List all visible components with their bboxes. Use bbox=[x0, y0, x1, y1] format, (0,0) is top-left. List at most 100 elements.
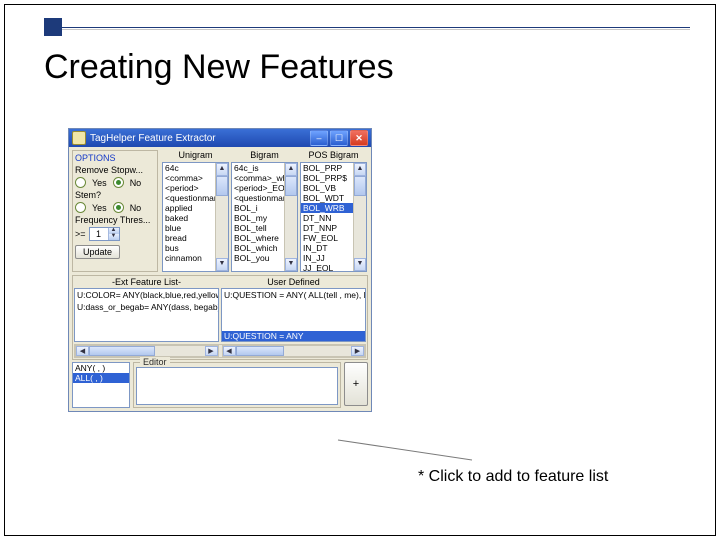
list-item[interactable]: <comma> bbox=[163, 173, 216, 183]
scroll-thumb[interactable] bbox=[285, 176, 297, 196]
slide-title: Creating New Features bbox=[44, 48, 394, 87]
ext-feature-line[interactable]: U:COLOR= ANY(black,blue,red,yellow,wh bbox=[75, 289, 218, 301]
template-listbox[interactable]: ANY( , ) ALL( , ) bbox=[72, 362, 130, 408]
scroll-right-icon[interactable]: ▶ bbox=[205, 346, 218, 356]
list-item[interactable]: DT_NN bbox=[301, 213, 354, 223]
list-item[interactable]: DT_NNP bbox=[301, 223, 354, 233]
list-item[interactable]: blue bbox=[163, 223, 216, 233]
stem-yes-radio[interactable] bbox=[75, 202, 86, 213]
list-item[interactable]: BOL_VB bbox=[301, 183, 354, 193]
list-item[interactable]: BOL_WDT bbox=[301, 193, 354, 203]
scroll-up-icon[interactable]: ▲ bbox=[354, 163, 366, 176]
freq-op-label: >= bbox=[75, 229, 86, 239]
app-window: TagHelper Feature Extractor – ☐ ✕ OPTION… bbox=[68, 128, 372, 412]
scroll-down-icon[interactable]: ▼ bbox=[354, 258, 366, 271]
scroll-up-icon[interactable]: ▲ bbox=[216, 163, 228, 176]
update-button[interactable]: Update bbox=[75, 245, 120, 259]
scroll-down-icon[interactable]: ▼ bbox=[216, 258, 228, 271]
list-item[interactable]: IN_DT bbox=[301, 243, 354, 253]
list-item[interactable]: <questionmark bbox=[232, 193, 285, 203]
stem-no-radio[interactable] bbox=[113, 202, 124, 213]
bigram-listbox[interactable]: 64c_is <comma>_whic <period>_EOL <questi… bbox=[231, 162, 298, 272]
list-item[interactable]: BOL_i bbox=[232, 203, 285, 213]
unigram-header: Unigram bbox=[178, 150, 212, 160]
scrollbar-horizontal[interactable]: ◀ ▶ bbox=[75, 345, 219, 357]
ext-feature-list-box[interactable]: U:COLOR= ANY(black,blue,red,yellow,wh U:… bbox=[74, 288, 219, 342]
scroll-up-icon[interactable]: ▲ bbox=[285, 163, 297, 176]
editor-title: Editor bbox=[140, 357, 170, 367]
maximize-button[interactable]: ☐ bbox=[330, 130, 348, 146]
scroll-right-icon[interactable]: ▶ bbox=[351, 346, 364, 356]
list-item[interactable]: BOL_my bbox=[232, 213, 285, 223]
scroll-down-icon[interactable]: ▼ bbox=[285, 258, 297, 271]
list-item[interactable]: cinnamon bbox=[163, 253, 216, 263]
slide-corner-square bbox=[44, 18, 62, 36]
unigram-listbox[interactable]: 64c <comma> <period> <questionmark> appl… bbox=[162, 162, 229, 272]
ext-feature-panel: -Ext Feature List- User Defined U:COLOR=… bbox=[72, 275, 368, 360]
list-item[interactable]: BOL_which bbox=[232, 243, 285, 253]
list-item[interactable]: 64c bbox=[163, 163, 216, 173]
user-defined-box[interactable]: U:QUESTION = ANY( ALL(tell , me), BOL U:… bbox=[221, 288, 366, 342]
scroll-thumb[interactable] bbox=[216, 176, 228, 196]
minimize-button[interactable]: – bbox=[310, 130, 328, 146]
add-to-feature-list-button[interactable]: + bbox=[344, 362, 368, 406]
ext-feature-line[interactable]: U:dass_or_begab= ANY(dass, begab) bbox=[75, 301, 218, 313]
editor-panel: Editor bbox=[133, 362, 341, 408]
user-defined-title: User Defined bbox=[220, 277, 367, 287]
options-group-label: OPTIONS bbox=[75, 153, 155, 163]
editor-textarea[interactable] bbox=[136, 367, 338, 405]
yes-label: Yes bbox=[92, 178, 107, 188]
bigram-header: Bigram bbox=[250, 150, 279, 160]
scrollbar-vertical[interactable]: ▲ ▼ bbox=[353, 163, 366, 271]
no-label: No bbox=[130, 178, 142, 188]
ext-feature-list-title: -Ext Feature List- bbox=[73, 277, 220, 287]
list-item[interactable]: 64c_is bbox=[232, 163, 285, 173]
list-item[interactable]: BOL_where bbox=[232, 233, 285, 243]
list-item[interactable]: IN_JJ bbox=[301, 253, 354, 263]
pos-bigram-column: POS Bigram BOL_PRP BOL_PRP$ BOL_VB BOL_W… bbox=[301, 150, 366, 272]
freq-input[interactable] bbox=[90, 229, 108, 239]
list-item[interactable]: BOL_tell bbox=[232, 223, 285, 233]
bigram-column: Bigram 64c_is <comma>_whic <period>_EOL … bbox=[232, 150, 297, 272]
slide-annotation: * Click to add to feature list bbox=[418, 468, 608, 486]
list-item[interactable]: JJ_EOL bbox=[301, 263, 354, 271]
scrollbar-vertical[interactable]: ▲ ▼ bbox=[284, 163, 297, 271]
app-icon bbox=[72, 131, 86, 145]
scroll-thumb[interactable] bbox=[236, 346, 284, 356]
user-defined-line[interactable]: U:QUESTION = ANY( ALL(tell , me), BOL bbox=[222, 289, 365, 301]
list-item[interactable]: <comma>_whic bbox=[232, 173, 285, 183]
list-item[interactable]: BOL_PRP$ bbox=[301, 173, 354, 183]
ext-scrollbars: ◀ ▶ ◀ ▶ bbox=[74, 344, 366, 358]
list-item[interactable]: <questionmark> bbox=[163, 193, 216, 203]
scroll-left-icon[interactable]: ◀ bbox=[76, 346, 89, 356]
list-item[interactable]: BOL_you bbox=[232, 253, 285, 263]
options-panel: OPTIONS Remove Stopw... Yes No Stem? Yes… bbox=[72, 150, 158, 272]
titlebar[interactable]: TagHelper Feature Extractor – ☐ ✕ bbox=[69, 129, 371, 147]
list-item[interactable]: ALL( , ) bbox=[73, 373, 129, 383]
pos-bigram-listbox[interactable]: BOL_PRP BOL_PRP$ BOL_VB BOL_WDT BOL_WRB … bbox=[300, 162, 367, 272]
spinner-down-icon[interactable]: ▼ bbox=[108, 234, 119, 240]
list-item[interactable]: baked bbox=[163, 213, 216, 223]
frequency-threshold-label: Frequency Thres... bbox=[75, 215, 155, 225]
close-button[interactable]: ✕ bbox=[350, 130, 368, 146]
remove-stopwords-no-radio[interactable] bbox=[113, 177, 124, 188]
list-item[interactable]: applied bbox=[163, 203, 216, 213]
scrollbar-vertical[interactable]: ▲ ▼ bbox=[215, 163, 228, 271]
stem-label: Stem? bbox=[75, 190, 155, 200]
scrollbar-horizontal[interactable]: ◀ ▶ bbox=[222, 345, 366, 357]
list-item[interactable]: FW_EOL bbox=[301, 233, 354, 243]
list-item[interactable]: <period> bbox=[163, 183, 216, 193]
scroll-left-icon[interactable]: ◀ bbox=[223, 346, 236, 356]
list-item[interactable]: ANY( , ) bbox=[73, 363, 129, 373]
list-item[interactable]: BOL_PRP bbox=[301, 163, 354, 173]
list-item[interactable]: BOL_WRB bbox=[301, 203, 354, 213]
freq-spinner[interactable]: ▲▼ bbox=[89, 227, 120, 241]
scroll-thumb[interactable] bbox=[354, 176, 366, 196]
list-item[interactable]: bus bbox=[163, 243, 216, 253]
list-item[interactable]: <period>_EOL bbox=[232, 183, 285, 193]
unigram-column: Unigram 64c <comma> <period> <questionma… bbox=[163, 150, 228, 272]
user-defined-selected[interactable]: U:QUESTION = ANY bbox=[222, 331, 365, 341]
remove-stopwords-yes-radio[interactable] bbox=[75, 177, 86, 188]
list-item[interactable]: bread bbox=[163, 233, 216, 243]
scroll-thumb[interactable] bbox=[89, 346, 155, 356]
